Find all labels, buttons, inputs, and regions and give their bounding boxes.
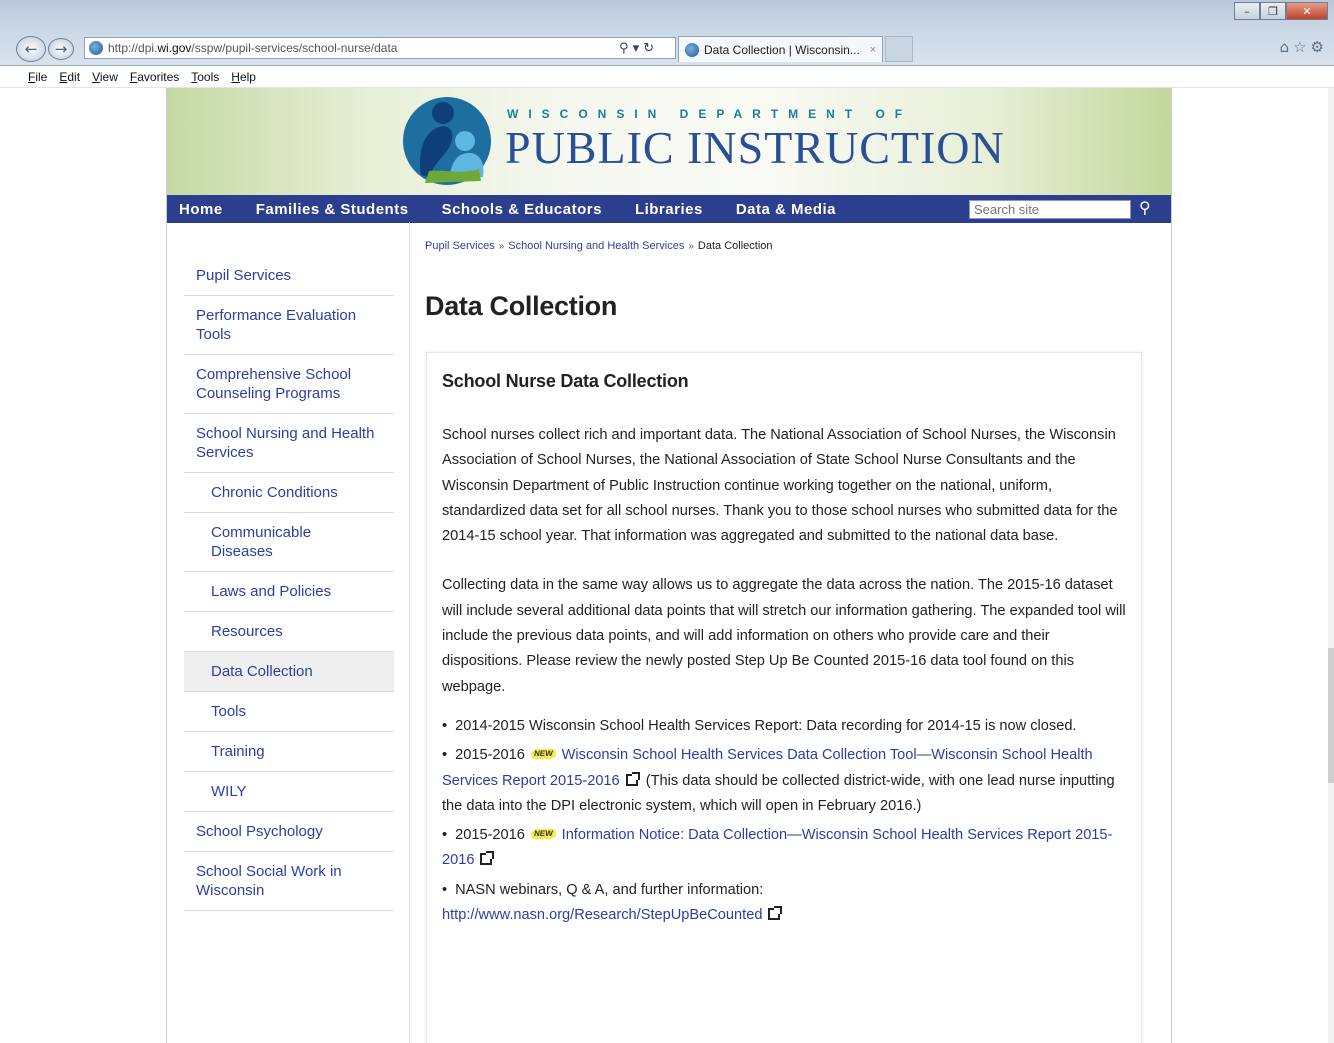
site-search-input[interactable] [969, 200, 1131, 219]
sidebar-item-pupil-services[interactable]: Pupil Services [184, 255, 394, 296]
menu-tools[interactable]: Tools [191, 70, 219, 84]
breadcrumb-separator: » [498, 241, 505, 252]
list-item: • 2015-2016 NEW Wisconsin School Health Se… [442, 743, 1126, 819]
menu-help[interactable]: Help [231, 70, 256, 84]
site-header-banner: WISCONSIN DEPARTMENT OF PUBLIC INSTRUCTI… [167, 88, 1171, 195]
browser-titlebar: – ❐ ✕ ← → http://dpi.wi.gov/sspw/pupil-s… [0, 0, 1334, 66]
sidebar-item-wily[interactable]: WILY [184, 772, 394, 812]
external-link-icon [625, 771, 640, 786]
scrollbar-thumb[interactable] [1328, 648, 1334, 783]
nav-home[interactable]: Home [179, 201, 223, 218]
back-button[interactable]: ← [16, 36, 46, 62]
page-container: WISCONSIN DEPARTMENT OF PUBLIC INSTRUCTI… [166, 88, 1172, 1043]
bullet-text: 2014-2015 Wisconsin School Health Servic… [455, 717, 1077, 734]
menu-file[interactable]: File [28, 70, 47, 84]
list-item: • 2015-2016 NEW Information Notice: Data C… [442, 823, 1126, 874]
sidebar-item-communicable-diseases[interactable]: Communicable Diseases [184, 513, 394, 572]
sidebar-item-resources[interactable]: Resources [184, 612, 394, 652]
sidebar-item-tools[interactable]: Tools [184, 692, 394, 732]
sidebar-item-data-collection[interactable]: Data Collection [184, 652, 394, 692]
new-badge-icon: NEW [530, 749, 557, 760]
sidebar-item-training[interactable]: Training [184, 732, 394, 772]
breadcrumb: Pupil Services» School Nursing and Health… [425, 240, 773, 252]
content-panel: School Nurse Data Collection School nurs… [426, 352, 1142, 1043]
search-icon[interactable]: ⚲ [1139, 198, 1151, 217]
tab-title: Data Collection | Wisconsin... [704, 42, 860, 57]
external-link-icon [768, 906, 783, 921]
address-url[interactable]: http://dpi.wi.gov/sspw/pupil-services/sc… [108, 41, 619, 55]
tab-data-collection[interactable]: Data Collection | Wisconsin... × [678, 36, 883, 62]
restore-button[interactable]: ❐ [1260, 2, 1286, 20]
breadcrumb-pupil-services[interactable]: Pupil Services [425, 240, 495, 252]
tab-favicon-icon [685, 42, 699, 57]
search-refresh-icon[interactable]: ⚲ ▾ ↻ [619, 41, 675, 56]
bullet-year: 2015-2016 [455, 827, 525, 844]
menu-view[interactable]: View [92, 70, 118, 84]
list-item: • 2014-2015 Wisconsin School Health Servi… [442, 714, 1126, 739]
external-link-icon [480, 851, 495, 866]
close-window-button[interactable]: ✕ [1286, 2, 1328, 20]
breadcrumb-separator: » [688, 241, 694, 252]
sidebar-item-chronic-conditions[interactable]: Chronic Conditions [184, 473, 394, 513]
dpi-logo-icon[interactable] [399, 91, 495, 187]
nav-families-students[interactable]: Families & Students [256, 201, 409, 218]
back-arrow-icon: ← [24, 40, 38, 58]
sidebar-nav: Pupil Services Performance Evaluation To… [184, 255, 394, 911]
tab-close-icon[interactable]: × [870, 44, 876, 56]
sidebar-item-performance-evaluation-tools[interactable]: Performance Evaluation Tools [184, 296, 394, 355]
sidebar-divider [409, 222, 410, 1043]
new-badge-icon: NEW [530, 829, 557, 840]
breadcrumb-current: Data Collection [697, 240, 773, 252]
forward-arrow-icon: → [54, 40, 68, 58]
window-controls: – ❐ ✕ [1234, 2, 1328, 20]
bullet-year: 2015-2016 [455, 747, 525, 764]
menu-bar: File Edit View Favorites Tools Help [0, 66, 1334, 88]
bullet-icon: • [442, 827, 448, 844]
section-title: School Nurse Data Collection [442, 371, 689, 391]
menu-edit[interactable]: Edit [59, 70, 80, 84]
page-scrollbar[interactable] [1328, 88, 1334, 1043]
breadcrumb-school-nursing[interactable]: School Nursing and Health Services [508, 240, 684, 252]
sidebar-item-laws-policies[interactable]: Laws and Policies [184, 572, 394, 612]
bullet-icon: • [442, 717, 448, 734]
nav-schools-educators[interactable]: Schools & Educators [442, 201, 602, 218]
list-item: • NASN webinars, Q & A, and further infor… [442, 878, 1126, 929]
minimize-button[interactable]: – [1234, 2, 1260, 20]
bullet-icon: • [442, 881, 448, 898]
bullet-text: NASN webinars, Q & A, and further inform… [455, 881, 764, 898]
sidebar-item-school-social-work[interactable]: School Social Work in Wisconsin [184, 852, 394, 911]
nasn-link[interactable]: http://www.nasn.org/Research/StepUpBeCou… [442, 907, 762, 923]
forward-button[interactable]: → [48, 38, 74, 60]
intro-paragraph: School nurses collect rich and important… [442, 427, 1118, 545]
sidebar-item-school-nursing[interactable]: School Nursing and Health Services [184, 414, 394, 473]
home-favorites-settings-icons[interactable]: ⌂☆⚙ [1280, 38, 1328, 56]
new-tab-button[interactable] [885, 36, 913, 62]
nav-libraries[interactable]: Libraries [635, 201, 703, 218]
details-paragraph: Collecting data in the same way allows u… [442, 577, 1126, 695]
nav-data-media[interactable]: Data & Media [736, 201, 836, 218]
menu-favorites[interactable]: Favorites [130, 70, 179, 84]
site-favicon-icon [89, 41, 103, 55]
logo-title[interactable]: PUBLIC INSTRUCTION [505, 121, 1005, 174]
bullet-icon: • [442, 747, 448, 764]
sidebar-item-counseling-programs[interactable]: Comprehensive School Counseling Programs [184, 355, 394, 414]
address-bar[interactable]: http://dpi.wi.gov/sspw/pupil-services/sc… [84, 37, 676, 59]
logo-subtitle: WISCONSIN DEPARTMENT OF [507, 107, 913, 121]
sidebar-item-school-psychology[interactable]: School Psychology [184, 812, 394, 852]
main-navigation: Home Families & Students Schools & Educa… [167, 195, 1171, 223]
page-title: Data Collection [425, 291, 618, 321]
